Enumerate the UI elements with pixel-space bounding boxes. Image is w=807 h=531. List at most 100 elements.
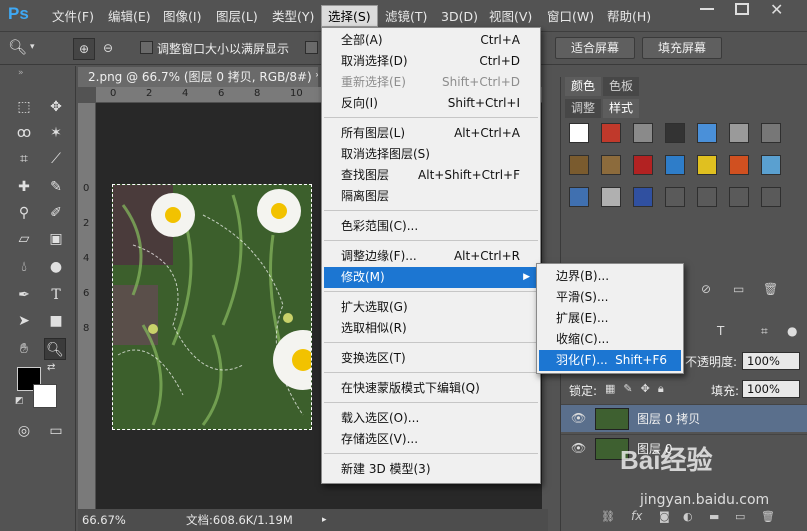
pen-tool-icon[interactable]: ✒	[13, 284, 35, 306]
menu-type[interactable]: 类型(Y)	[266, 6, 320, 28]
modify-menu-item[interactable]: 边界(B)...	[539, 266, 681, 287]
select-menu-item[interactable]: 色彩范围(C)...	[324, 216, 538, 237]
style-swatch[interactable]	[633, 187, 653, 207]
modify-menu-item[interactable]: 羽化(F)... Shift+F6	[539, 350, 681, 371]
screen-mode-icon[interactable]: ▭	[45, 420, 67, 442]
select-menu-item[interactable]: 新建 3D 模型(3)	[324, 459, 538, 480]
add-mask-icon[interactable]: ◙	[659, 510, 670, 523]
new-group-icon[interactable]: ▬	[709, 510, 719, 523]
fill-screen-button[interactable]: 填充屏幕	[642, 37, 722, 59]
visibility-eye-icon[interactable]: 👁︎	[571, 441, 586, 455]
document-tab[interactable]: 2.png @ 66.7% (图层 0 拷贝, RGB/8#) *	[78, 67, 318, 87]
layer-name[interactable]: 图层 0 拷贝	[637, 405, 700, 433]
style-swatch[interactable]	[665, 155, 685, 175]
style-swatch[interactable]	[601, 123, 621, 143]
style-swatch[interactable]	[697, 155, 717, 175]
rectangle-tool-icon[interactable]: ■	[45, 310, 67, 332]
eraser-tool-icon[interactable]: ▱	[13, 228, 35, 250]
menu-3d[interactable]: 3D(D)	[435, 6, 484, 28]
layer-filter-toggle-icon[interactable]: ●	[787, 324, 797, 338]
eyedropper-tool-icon[interactable]: ⟋	[45, 148, 67, 170]
swap-colors-icon[interactable]: ⇄	[47, 362, 55, 373]
healing-brush-tool-icon[interactable]: ✚	[13, 176, 35, 198]
zoom-in-icon[interactable]: ⊕	[73, 38, 95, 60]
default-colors-icon[interactable]: ◩	[15, 396, 24, 406]
zoom-all-windows-checkbox[interactable]	[305, 41, 318, 54]
select-menu-item[interactable]: 取消选择图层(S)	[324, 144, 538, 165]
toolbox-collapse-icon[interactable]: »	[18, 68, 24, 78]
delete-style-icon[interactable]: 🗑︎	[763, 282, 778, 296]
select-menu-item[interactable]: 全部(A) Ctrl+A	[324, 30, 538, 51]
style-swatch[interactable]	[697, 123, 717, 143]
modify-menu-item[interactable]: 收缩(C)...	[539, 329, 681, 350]
menu-filter[interactable]: 滤镜(T)	[379, 6, 433, 28]
close-icon[interactable]: ✕	[770, 0, 783, 19]
menu-select[interactable]: 选择(S)	[321, 5, 378, 27]
magic-wand-tool-icon[interactable]: ✶	[45, 122, 67, 144]
zoom-tool-icon[interactable]: 🔍︎	[44, 338, 66, 360]
menu-file[interactable]: 文件(F)	[46, 6, 100, 28]
zoom-level[interactable]: 66.67%	[82, 509, 126, 531]
select-menu-item[interactable]: 隔离图层	[324, 186, 538, 207]
select-menu-item[interactable]: 载入选区(O)...	[324, 408, 538, 429]
select-menu-item[interactable]: 查找图层 Alt+Shift+Ctrl+F	[324, 165, 538, 186]
fill-input[interactable]: 100%	[742, 380, 800, 398]
select-menu-item[interactable]: 扩大选取(G)	[324, 297, 538, 318]
select-menu-item[interactable]: 取消选择(D) Ctrl+D	[324, 51, 538, 72]
hand-tool-icon[interactable]: ✋︎	[13, 338, 35, 360]
opacity-input[interactable]: 100%	[742, 352, 800, 370]
lock-icons[interactable]: ▦✎✥🔒︎	[605, 382, 672, 396]
minimize-icon[interactable]	[700, 8, 714, 10]
link-layers-icon[interactable]: ⛓︎	[601, 510, 615, 523]
style-swatch[interactable]	[633, 155, 653, 175]
layer-style-icon[interactable]: fx	[631, 509, 642, 523]
style-swatch[interactable]	[601, 187, 621, 207]
menu-help[interactable]: 帮助(H)	[601, 6, 657, 28]
style-swatch[interactable]	[601, 155, 621, 175]
adjustment-layer-icon[interactable]: ◐	[683, 510, 693, 523]
menu-edit[interactable]: 编辑(E)	[102, 6, 157, 28]
delete-layer-icon[interactable]: 🗑︎	[761, 510, 775, 523]
modify-menu-item[interactable]: 平滑(S)...	[539, 287, 681, 308]
background-color-swatch[interactable]	[33, 384, 57, 408]
menu-window[interactable]: 窗口(W)	[541, 6, 600, 28]
style-swatch[interactable]	[761, 155, 781, 175]
new-style-icon[interactable]: ▭	[733, 282, 744, 296]
select-menu-item[interactable]: 调整边缘(F)... Alt+Ctrl+R	[324, 246, 538, 267]
style-swatch[interactable]	[665, 123, 685, 143]
type-tool-icon[interactable]: T	[45, 284, 67, 306]
style-swatch[interactable]	[569, 155, 589, 175]
layer-filter-icon[interactable]: ⌗	[761, 324, 768, 339]
select-menu-item[interactable]: 选取相似(R)	[324, 318, 538, 339]
marquee-tool-icon[interactable]: ⬚	[13, 96, 35, 118]
menu-layer[interactable]: 图层(L)	[210, 6, 264, 28]
layer-type-filter-icon[interactable]: T	[717, 324, 724, 338]
style-swatch[interactable]	[569, 123, 589, 143]
resize-windows-checkbox[interactable]	[140, 41, 153, 54]
fit-screen-button[interactable]: 适合屏幕	[555, 37, 635, 59]
brush-tool-icon[interactable]: ✎	[45, 176, 67, 198]
quick-mask-icon[interactable]: ◎	[13, 420, 35, 442]
tab-swatches[interactable]: 色板	[603, 77, 640, 96]
tab-adjustments[interactable]: 调整	[565, 99, 602, 118]
menu-image[interactable]: 图像(I)	[157, 6, 207, 28]
menu-view[interactable]: 视图(V)	[483, 6, 538, 28]
select-menu-item[interactable]: 存储选区(V)...	[324, 429, 538, 450]
tab-styles[interactable]: 样式	[603, 99, 640, 118]
blur-tool-icon[interactable]: 💧︎	[13, 256, 35, 278]
modify-menu-item[interactable]: 扩展(E)...	[539, 308, 681, 329]
style-swatch[interactable]	[761, 187, 781, 207]
tab-color[interactable]: 颜色	[565, 77, 602, 96]
path-selection-tool-icon[interactable]: ➤	[13, 310, 35, 332]
history-brush-tool-icon[interactable]: ✐	[45, 202, 67, 224]
maximize-icon[interactable]	[735, 3, 749, 15]
select-menu-item[interactable]: 修改(M) ▶	[324, 267, 538, 288]
select-menu-item[interactable]: 在快速蒙版模式下编辑(Q)	[324, 378, 538, 399]
dodge-tool-icon[interactable]: ●	[45, 256, 67, 278]
layer-row-copy[interactable]: 👁︎ 图层 0 拷贝	[561, 404, 807, 432]
lasso-tool-icon[interactable]: ꝏ	[13, 122, 35, 144]
status-menu-arrow-icon[interactable]: ▸	[322, 509, 327, 531]
style-swatch[interactable]	[729, 123, 749, 143]
daisy-photo-canvas[interactable]	[112, 184, 312, 430]
gradient-tool-icon[interactable]: ▣	[45, 228, 67, 250]
